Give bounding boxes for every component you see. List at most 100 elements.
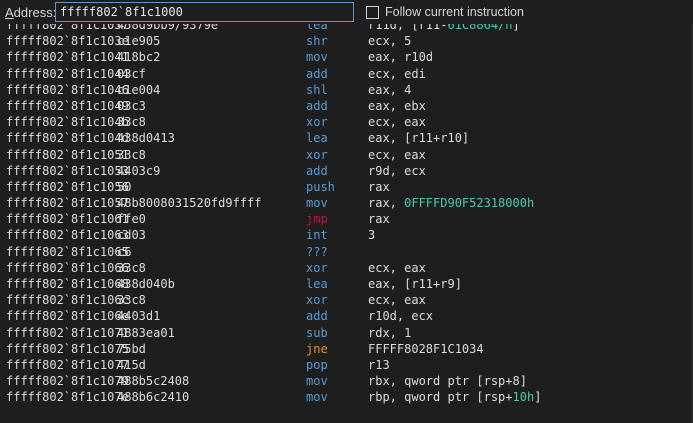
operand-text: ecx, 5	[368, 34, 412, 49]
address-input[interactable]	[55, 2, 354, 22]
instruction-bytes: 33c8	[117, 147, 146, 162]
instruction-address: fffff802`8f1c1057	[6, 196, 129, 211]
instruction-address: fffff802`8f1c103e	[6, 34, 129, 49]
instruction-bytes: 4883ea01	[117, 325, 175, 340]
disassembly-row[interactable]: fffff802`8f1c1065 c6???	[0, 244, 693, 260]
disassembly-row[interactable]: fffff802`8f1c1077 415d pop r13	[0, 357, 693, 373]
disassembly-row[interactable]: fffff802`8f1c1061 ffe0 jmp rax	[0, 211, 693, 227]
address-label: Address:	[5, 5, 56, 20]
instruction-address: fffff802`8f1c1066	[6, 260, 129, 275]
instruction-bytes: c6	[117, 244, 132, 259]
instruction-address: fffff802`8f1c1051	[6, 147, 129, 162]
operand-text: eax, r10d	[368, 50, 434, 65]
instruction-bytes: 75bd	[117, 341, 146, 356]
disassembly-rows: fffff802`8f1c1037 458d9bb9/9379e lea r11d, …	[0, 24, 693, 406]
follow-current-instruction-toggle[interactable]: Follow current instruction	[366, 5, 524, 20]
operand-text: r11d, [r11-	[368, 24, 448, 32]
instruction-bytes: 33c8	[117, 293, 146, 308]
instruction-bytes: 03cf	[117, 66, 146, 81]
address-label-text: ddress:	[13, 5, 57, 20]
instruction-operands: rbp, qword ptr [rsp+10h]	[368, 389, 541, 405]
disassembly-row[interactable]: fffff802`8f1c1057 48b8008031520fd9ffff mov…	[0, 195, 693, 211]
instruction-operands: 3	[368, 227, 375, 243]
instruction-operands: eax, 4	[368, 82, 411, 98]
instruction-mnemonic: jne	[306, 341, 328, 356]
disassembly-row[interactable]: fffff802`8f1c106e 4403d1 add r10d, ecx	[0, 308, 693, 324]
instruction-bytes: 48b8008031520fd9ffff	[117, 196, 262, 211]
instruction-bytes: cd03	[117, 228, 146, 243]
instruction-bytes: c1e905	[117, 34, 161, 49]
operand-text: eax, [r11+r10]	[368, 131, 470, 146]
instruction-address: fffff802`8f1c1065	[6, 244, 129, 259]
disassembly-row[interactable]: fffff802`8f1c1071 4883ea01 sub rdx, 1	[0, 325, 693, 341]
disassembly-row[interactable]: fffff802`8f1c107e 488b6c2410 mov rbp, qword…	[0, 389, 693, 405]
instruction-operands: ecx, 5	[368, 33, 411, 49]
disassembly-row[interactable]: fffff802`8f1c1079 488b5c2408 mov rbx, qword…	[0, 373, 693, 389]
instruction-bytes: 418bc2	[117, 50, 161, 65]
follow-checkbox[interactable]	[366, 6, 379, 19]
instruction-operands: ecx, eax	[368, 260, 426, 276]
instruction-operands: ecx, eax	[368, 147, 426, 163]
operand-immediate: 0FFFFD90F52318000h	[404, 196, 535, 211]
instruction-address: fffff802`8f1c1061	[6, 212, 129, 227]
instruction-mnemonic: mov	[306, 374, 328, 389]
operand-text: eax, 4	[368, 82, 412, 97]
instruction-operands: rax	[368, 211, 390, 227]
instruction-mnemonic: mov	[306, 196, 328, 211]
operand-text: eax, [r11+r9]	[368, 277, 462, 291]
disassembly-row[interactable]: fffff802`8f1c1068 438d040b lea eax, [r11+r9…	[0, 276, 693, 292]
disassembly-row[interactable]: fffff802`8f1c1056 50 push rax	[0, 179, 693, 195]
operand-text: FFFFF8028F1C1034	[368, 341, 484, 356]
disassembly-row[interactable]: fffff802`8f1c1046 c1e004 shl eax, 4	[0, 82, 693, 98]
operand-immediate: 10h	[512, 390, 535, 405]
disassembly-row[interactable]: fffff802`8f1c1037 458d9bb9/9379e lea r11d, …	[0, 24, 693, 33]
disassembly-row[interactable]: fffff802`8f1c103e c1e905 shr ecx, 5	[0, 33, 693, 49]
instruction-bytes: 33c8	[117, 260, 146, 275]
instruction-operands: eax, [r11+r10]	[368, 130, 469, 146]
instruction-operands: ecx, eax	[368, 114, 426, 130]
instruction-mnemonic: add	[306, 66, 328, 81]
instruction-mnemonic: lea	[306, 131, 328, 146]
disassembly-row[interactable]: fffff802`8f1c1041 418bc2 mov eax, r10d	[0, 49, 693, 65]
instruction-operands: FFFFF8028F1C1034	[368, 341, 484, 357]
instruction-operands: rax	[368, 179, 390, 195]
instruction-address: fffff802`8f1c1063	[6, 228, 129, 243]
instruction-mnemonic: xor	[306, 293, 328, 308]
disassembly-row[interactable]: fffff802`8f1c104d 438d0413 lea eax, [r11+r1…	[0, 130, 693, 146]
instruction-address: fffff802`8f1c1037	[6, 24, 129, 32]
operand-text: r10d, ecx	[368, 309, 434, 324]
disassembly-row[interactable]: fffff802`8f1c104b 33c8 xor ecx, eax	[0, 114, 693, 130]
instruction-bytes: 438d0413	[117, 131, 175, 146]
operand-text: eax, ebx	[368, 98, 426, 113]
instruction-address: fffff802`8f1c1075	[6, 341, 129, 356]
disassembly-row[interactable]: fffff802`8f1c1044 03cf add ecx, edi	[0, 66, 693, 82]
instruction-address: fffff802`8f1c1071	[6, 325, 129, 340]
operand-text: rax	[368, 212, 390, 227]
instruction-address: fffff802`8f1c106c	[6, 293, 129, 308]
instruction-operands: ecx, eax	[368, 292, 426, 308]
operand-text: ]	[512, 24, 520, 32]
disassembly-row[interactable]: fffff802`8f1c1051 33c8 xor ecx, eax	[0, 147, 693, 163]
instruction-mnemonic: int	[306, 228, 328, 243]
instruction-mnemonic: shr	[306, 34, 328, 49]
disassembly-row[interactable]: fffff802`8f1c106c 33c8 xor ecx, eax	[0, 292, 693, 308]
instruction-operands: r13	[368, 357, 390, 373]
operand-text: rbx, qword ptr [rsp+8]	[368, 374, 527, 389]
instruction-mnemonic: xor	[306, 115, 328, 130]
instruction-address: fffff802`8f1c1079	[6, 374, 129, 389]
disassembly-row[interactable]: fffff802`8f1c1049 03c3 add eax, ebx	[0, 98, 693, 114]
operand-text: ecx, eax	[368, 147, 426, 162]
disassembly-row[interactable]: fffff802`8f1c1053 4403c9 add r9d, ecx	[0, 163, 693, 179]
instruction-operands: eax, [r11+r9]	[368, 276, 462, 292]
address-label-accelerator: A	[5, 5, 14, 20]
disassembly-row[interactable]: fffff802`8f1c1075 75bd jne FFFFF8028F1C1034	[0, 341, 693, 357]
operand-text: rax	[368, 179, 390, 194]
disassembly-row[interactable]: fffff802`8f1c1063 cd03 int 3	[0, 227, 693, 243]
instruction-mnemonic: mov	[306, 50, 328, 65]
disassembly-row[interactable]: fffff802`8f1c1066 33c8 xor ecx, eax	[0, 260, 693, 276]
instruction-bytes: 03c3	[117, 98, 146, 113]
instruction-mnemonic: xor	[306, 147, 328, 162]
disassembly-listing[interactable]: fffff802`8f1c1037 458d9bb9/9379e lea r11d, …	[0, 24, 693, 423]
instruction-address: fffff802`8f1c1068	[6, 277, 129, 291]
instruction-address: fffff802`8f1c1053	[6, 163, 129, 178]
